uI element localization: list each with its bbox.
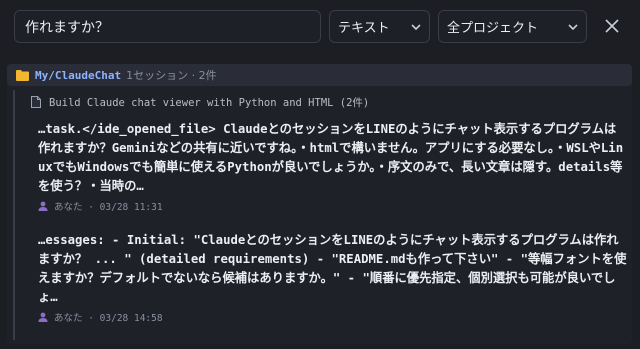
type-filter-value: テキスト [338,21,390,36]
folder-icon [16,69,29,81]
message-excerpt: …task.</ide_opened_file> ClaudeとのセッションをL… [38,122,624,193]
session-group: Build Claude chat viewer with Python and… [13,90,632,340]
search-header: 作れますか？ テキスト 全プロジェクト [0,0,640,52]
user-icon [38,312,48,322]
project-name: My/ClaudeChat [35,68,122,82]
project-filter-value: 全プロジェクト [447,21,539,36]
search-input-value: 作れますか？ [25,19,109,36]
message-meta-text: あなた · 03/28 14:58 [54,313,163,324]
message-result[interactable]: …task.</ide_opened_file> ClaudeとのセッションをL… [38,120,628,213]
search-input[interactable]: 作れますか？ [14,10,321,43]
type-filter-select[interactable]: テキスト [329,10,430,43]
message-meta-text: あなた · 03/28 11:31 [54,202,163,213]
message-meta: あなた · 03/28 14:58 [38,310,628,324]
project-filter-select[interactable]: 全プロジェクト [438,10,587,43]
close-button[interactable] [600,14,624,38]
message-excerpt: …essages: - Initial: "ClaudeとのセッションをLINE… [38,233,627,304]
session-title-text: Build Claude chat viewer with Python and… [49,96,370,109]
close-icon [605,19,619,33]
user-icon [38,201,48,211]
project-meta: 1セッション · 2件 [126,69,217,82]
session-title[interactable]: Build Claude chat viewer with Python and… [31,94,369,110]
message-result[interactable]: …essages: - Initial: "ClaudeとのセッションをLINE… [38,231,628,324]
message-meta: あなた · 03/28 11:31 [38,199,628,213]
search-results: My/ClaudeChat 1セッション · 2件 Build Claude c… [7,64,632,344]
chevron-down-icon [568,24,578,31]
chevron-down-icon [411,24,421,31]
document-icon [31,96,41,108]
project-group-header[interactable]: My/ClaudeChat 1セッション · 2件 [7,64,632,86]
